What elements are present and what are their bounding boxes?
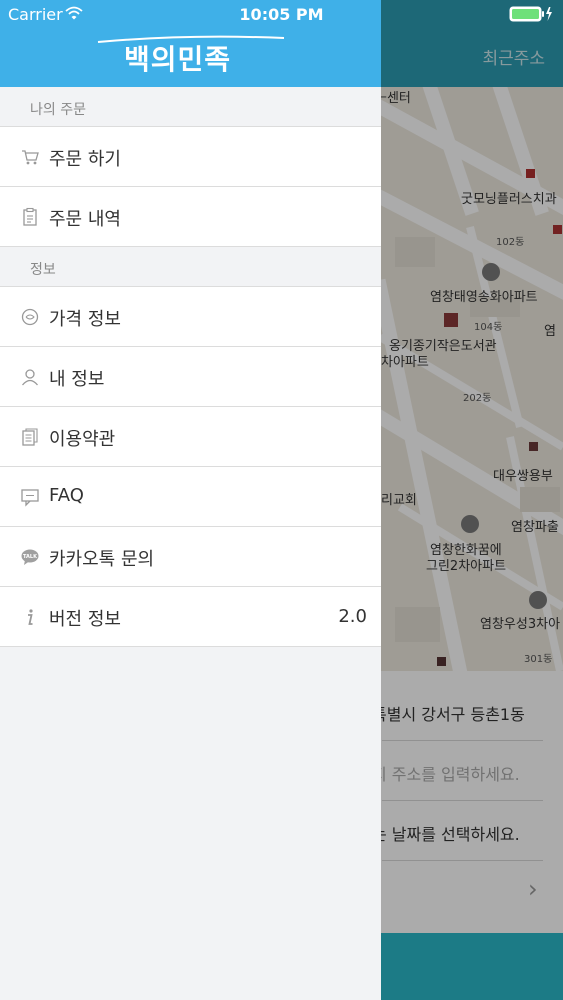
status-clock: 10:05 PM	[239, 5, 324, 24]
price-tag-icon	[21, 308, 39, 326]
version-value: 2.0	[338, 606, 367, 627]
menu-item-order[interactable]: 주문 하기	[0, 127, 381, 187]
section-info: 정보	[0, 247, 381, 287]
clipboard-icon	[23, 207, 37, 226]
menu-item-faq[interactable]: FAQ	[0, 467, 381, 527]
menu-item-label: 내 정보	[49, 369, 105, 390]
cart-icon	[22, 150, 39, 165]
info-icon	[28, 609, 33, 625]
menu-item-label: 주문 내역	[49, 209, 121, 230]
menu-item-label: 카카오톡 문의	[49, 549, 155, 570]
section-my-order: 나의 주문	[0, 87, 381, 127]
menu-item-my-info[interactable]: 내 정보	[0, 347, 381, 407]
speech-bubble-icon	[21, 489, 39, 507]
section-title: 정보	[30, 262, 56, 278]
section-title: 나의 주문	[30, 102, 86, 118]
menu-item-order-history[interactable]: 주문 내역	[0, 187, 381, 247]
menu-item-version[interactable]: 버전 정보 2.0	[0, 587, 381, 647]
status-bar: Carrier 10:05 PM	[0, 0, 563, 30]
kakaotalk-icon: TALK	[21, 549, 39, 565]
menu-item-label: 주문 하기	[49, 149, 121, 170]
menu-item-label: 버전 정보	[49, 609, 121, 630]
document-icon	[22, 428, 38, 446]
menu-item-label: FAQ	[49, 485, 84, 506]
menu-item-terms[interactable]: 이용약관	[0, 407, 381, 467]
app-logo: 백의민족	[96, 30, 286, 85]
logo-text: 백의민족	[124, 43, 232, 76]
svg-text:TALK: TALK	[23, 554, 38, 560]
side-drawer: 백의민족 나의 주문 주문 하기 주문 내역 정보 가격 정보 내 정보 이용약…	[0, 0, 381, 1000]
user-icon	[22, 369, 38, 386]
menu-item-kakaotalk[interactable]: TALK 카카오톡 문의	[0, 527, 381, 587]
menu-item-label: 가격 정보	[49, 309, 121, 330]
menu-item-label: 이용약관	[49, 429, 116, 450]
battery-icon	[509, 6, 552, 22]
menu-item-price-info[interactable]: 가격 정보	[0, 287, 381, 347]
